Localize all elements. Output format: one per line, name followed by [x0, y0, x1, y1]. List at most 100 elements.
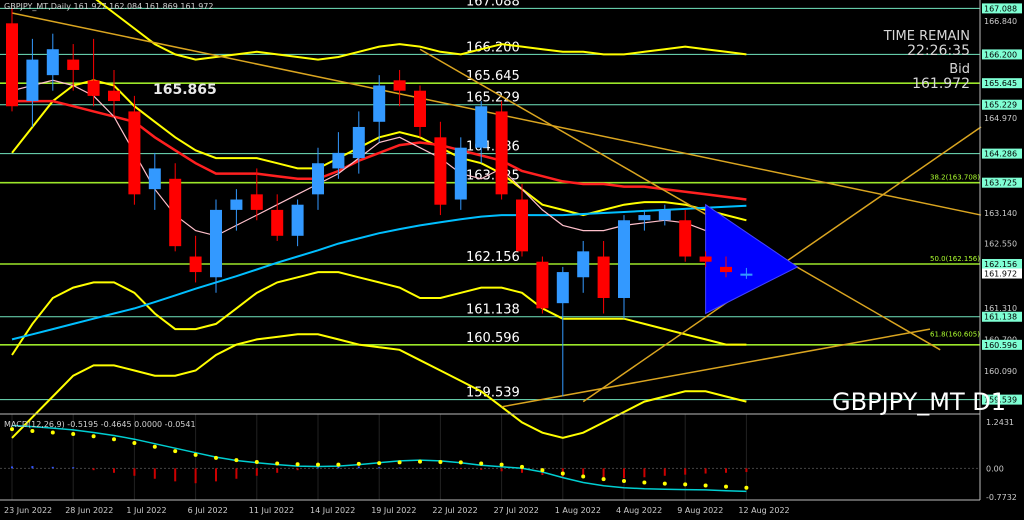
level-line-label: 164.286: [466, 140, 520, 155]
macd-signal-dot: [622, 478, 626, 483]
candle-body: [312, 163, 324, 195]
candle-body: [475, 106, 488, 148]
macd-signal-dot: [30, 429, 35, 434]
date-axis-tick: 19 Jul 2022: [371, 506, 416, 515]
date-axis-tick: 27 Jul 2022: [494, 506, 539, 515]
chart-watermark: GBPJPY_MT D1: [832, 388, 1006, 416]
macd-axis-tick: 1.2431: [986, 418, 1014, 427]
macd-axis-tick: -0.7732: [986, 493, 1017, 502]
macd-signal-dot: [91, 434, 96, 439]
candle-body: [679, 220, 692, 257]
macd-signal-dot: [152, 444, 157, 449]
macd-signal-dot: [499, 462, 504, 467]
fib-label: 61.8(160.605): [930, 330, 980, 338]
macd-signal-dot: [744, 485, 749, 490]
price-axis-tick: 164.286: [984, 150, 1017, 159]
date-axis-tick: 1 Aug 2022: [555, 506, 601, 515]
candle-body: [332, 152, 345, 169]
date-axis-tick: 12 Aug 2022: [738, 506, 789, 515]
date-axis-tick: 23 Jun 2022: [4, 506, 52, 515]
level-line-label: 167.088: [466, 0, 520, 9]
candle-body: [352, 126, 365, 159]
candle-body: [699, 256, 712, 262]
candle-body: [46, 49, 59, 76]
price-axis-tick: 162.156: [984, 260, 1017, 269]
candle-body: [108, 90, 120, 102]
macd-signal-dot: [336, 462, 341, 467]
macd-signal-dot: [601, 477, 606, 482]
date-axis-tick: 9 Aug 2022: [677, 506, 723, 515]
price-axis-tick: 160.596: [984, 341, 1017, 350]
price-axis-tick: 160.090: [984, 367, 1017, 376]
macd-signal-dot: [132, 440, 137, 445]
date-axis-tick: 4 Aug 2022: [616, 506, 662, 515]
candle-body: [169, 178, 182, 247]
macd-signal-dot: [173, 449, 178, 454]
macd-signal-dot: [71, 432, 76, 437]
candle-body: [720, 266, 732, 273]
date-axis-tick: 11 Jul 2022: [249, 506, 294, 515]
macd-signal-dot: [275, 461, 280, 466]
candle-body: [414, 90, 426, 127]
gbpjpy-daily-chart[interactable]: 167.088 166.200 165.645 165.229 164.286 163.7…: [0, 0, 1024, 520]
price-axis-tick: 166.840: [984, 17, 1017, 26]
macd-signal-dot: [112, 437, 116, 442]
candle-body: [250, 194, 263, 210]
macd-signal-dot: [418, 459, 422, 464]
macd-signal-dot: [193, 452, 198, 457]
level-line-label: 165.229: [466, 91, 520, 106]
candle-body: [87, 80, 100, 96]
price-axis-tick: 167.088: [984, 4, 1017, 13]
date-axis-tick: 22 Jul 2022: [432, 506, 477, 515]
candle-body: [230, 199, 243, 210]
candle-body: [618, 220, 630, 298]
price-axis-tick: 165.645: [984, 79, 1017, 88]
candle-body: [148, 168, 161, 190]
macd-signal-dot: [316, 462, 320, 467]
candle-body: [67, 59, 80, 70]
macd-signal-dot: [724, 484, 728, 489]
bid-value: 161.972: [912, 76, 970, 92]
macd-signal-dot: [479, 461, 484, 466]
candle-body: [454, 147, 467, 200]
level-line-label: 166.200: [466, 40, 520, 55]
fib-label: 38.2(163.708): [930, 174, 980, 182]
candle-body: [495, 111, 508, 195]
candle-body: [556, 272, 569, 304]
candle-body: [189, 256, 202, 273]
candle-body: [26, 59, 39, 102]
price-axis-tick: 163.725: [984, 179, 1017, 188]
price-axis-tick: 166.200: [984, 50, 1017, 59]
candle-body: [638, 215, 651, 221]
date-axis-tick: 6 Jul 2022: [188, 506, 228, 515]
macd-label: MACD(12,26,9) -0.5195 -0.4645 0.0000 -0.…: [4, 420, 196, 429]
macd-signal-dot: [377, 461, 382, 466]
time-remain-value: 22:26:35: [907, 43, 970, 59]
macd-signal-dot: [234, 458, 239, 463]
date-axis-tick: 28 Jun 2022: [65, 506, 113, 515]
time-remain-label: TIME REMAIN: [883, 29, 970, 44]
symbol-header: GBPJPY_MT,Daily 161.927 162.084 161.869 …: [4, 2, 213, 11]
macd-signal-dot: [214, 455, 218, 460]
macd-signal-dot: [520, 464, 524, 469]
level-line-label: 161.138: [466, 303, 520, 318]
macd-signal-dot: [438, 459, 443, 464]
macd-signal-dot: [662, 481, 667, 486]
price-axis-tick: 162.550: [984, 240, 1017, 249]
big-price-label: 165.865: [153, 82, 217, 98]
price-axis-tick: 164.970: [984, 114, 1017, 123]
macd-signal-dot: [50, 430, 55, 435]
candle-body: [210, 209, 222, 278]
candle-body: [740, 273, 753, 276]
candle-body: [658, 209, 671, 221]
price-axis-tick: 165.229: [984, 101, 1017, 110]
macd-signal-dot: [683, 482, 688, 487]
level-line-label: 160.596: [466, 331, 520, 346]
candle-body: [291, 204, 304, 236]
candle-body: [393, 80, 406, 91]
macd-signal-dot: [458, 460, 463, 465]
candle-body: [516, 199, 528, 252]
date-axis-tick: 1 Jul 2022: [126, 506, 166, 515]
macd-signal-dot: [560, 471, 565, 476]
level-line-label: 162.156: [466, 250, 520, 265]
